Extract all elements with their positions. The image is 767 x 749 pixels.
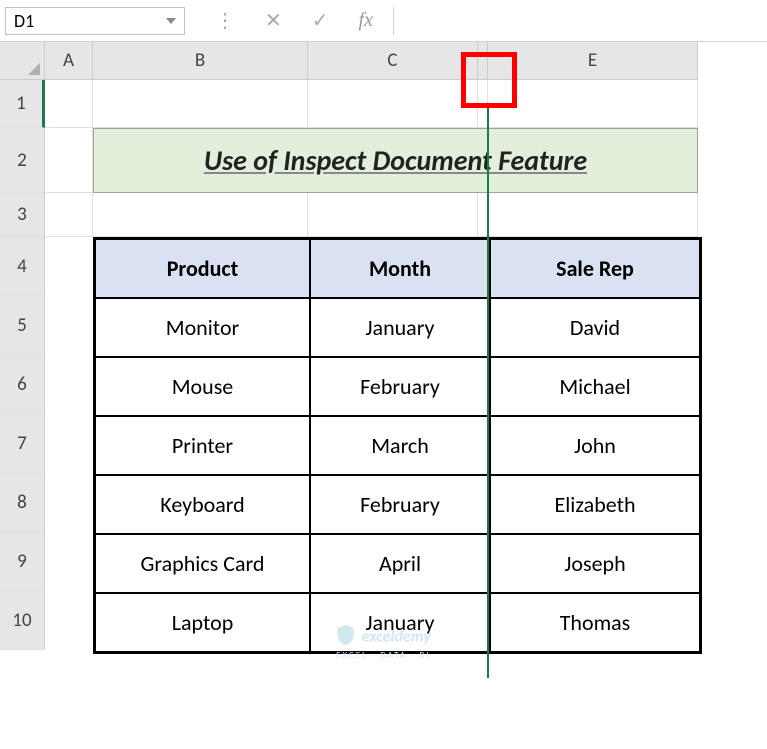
row-headers: 1 2 3 4 5 6 7 8 9 10 bbox=[0, 80, 45, 749]
cell-month[interactable]: February bbox=[310, 357, 490, 416]
table-row: Monitor January David bbox=[95, 298, 700, 357]
cell-A3[interactable] bbox=[45, 193, 93, 237]
enter-icon[interactable]: ✓ bbox=[312, 8, 329, 33]
cells-area[interactable]: Use of Inspect Document Feature Product … bbox=[45, 80, 698, 749]
col-header-C[interactable]: C bbox=[308, 42, 478, 80]
cell-E1[interactable] bbox=[488, 80, 698, 128]
cell-rep[interactable]: Thomas bbox=[490, 593, 700, 652]
table-header-product[interactable]: Product bbox=[95, 239, 310, 298]
table-row: Printer March John bbox=[95, 416, 700, 475]
cell-C1[interactable] bbox=[308, 80, 478, 128]
cell-rep[interactable]: David bbox=[490, 298, 700, 357]
row-header-9[interactable]: 9 bbox=[0, 532, 45, 591]
cell-month[interactable]: January bbox=[310, 298, 490, 357]
cell-rep[interactable]: Elizabeth bbox=[490, 475, 700, 534]
cell-month[interactable]: April bbox=[310, 534, 490, 593]
cell-B3[interactable] bbox=[93, 193, 308, 237]
row-header-1[interactable]: 1 bbox=[0, 80, 45, 128]
cell-A2[interactable] bbox=[45, 128, 93, 193]
col-header-E[interactable]: E bbox=[488, 42, 698, 80]
dots-icon: ⋮ bbox=[215, 8, 235, 33]
cell-C3[interactable] bbox=[308, 193, 478, 237]
row-header-7[interactable]: 7 bbox=[0, 414, 45, 473]
column-headers: A B C E bbox=[45, 42, 698, 80]
formula-bar-icons: ⋮ ✕ ✓ fx bbox=[215, 8, 373, 33]
cell-product[interactable]: Mouse bbox=[95, 357, 310, 416]
col-header-B[interactable]: B bbox=[93, 42, 308, 80]
row-header-3[interactable]: 3 bbox=[0, 193, 45, 237]
cell-B1[interactable] bbox=[93, 80, 308, 128]
cell-product[interactable]: Keyboard bbox=[95, 475, 310, 534]
name-box[interactable]: D1 bbox=[5, 7, 185, 35]
formula-bar: D1 ⋮ ✕ ✓ fx bbox=[0, 0, 767, 42]
table-row: Graphics Card April Joseph bbox=[95, 534, 700, 593]
cell-product[interactable]: Graphics Card bbox=[95, 534, 310, 593]
cell-A1[interactable] bbox=[45, 80, 93, 128]
table-row: Laptop January Thomas bbox=[95, 593, 700, 652]
select-all-corner[interactable] bbox=[0, 42, 45, 80]
hidden-column-indicator bbox=[487, 108, 489, 678]
cell-rep[interactable]: Michael bbox=[490, 357, 700, 416]
cell-rep[interactable]: John bbox=[490, 416, 700, 475]
row-header-4[interactable]: 4 bbox=[0, 237, 45, 296]
cell-month[interactable]: February bbox=[310, 475, 490, 534]
table-header-rep[interactable]: Sale Rep bbox=[490, 239, 700, 298]
cell-product[interactable]: Monitor bbox=[95, 298, 310, 357]
cell-E3[interactable] bbox=[488, 193, 698, 237]
table-row: Keyboard February Elizabeth bbox=[95, 475, 700, 534]
table-row: Mouse February Michael bbox=[95, 357, 700, 416]
col-header-A[interactable]: A bbox=[45, 42, 93, 80]
cell-product[interactable]: Laptop bbox=[95, 593, 310, 652]
name-box-value: D1 bbox=[14, 10, 34, 32]
row-header-8[interactable]: 8 bbox=[0, 473, 45, 532]
row-header-2[interactable]: 2 bbox=[0, 128, 45, 193]
table-header-month[interactable]: Month bbox=[310, 239, 490, 298]
row-header-10[interactable]: 10 bbox=[0, 591, 45, 650]
formula-input[interactable] bbox=[393, 7, 767, 35]
cell-rep[interactable]: Joseph bbox=[490, 534, 700, 593]
name-box-dropdown-icon[interactable] bbox=[166, 18, 176, 24]
fx-icon[interactable]: fx bbox=[359, 9, 373, 32]
row-header-5[interactable]: 5 bbox=[0, 296, 45, 355]
cell-month[interactable]: March bbox=[310, 416, 490, 475]
cell-product[interactable]: Printer bbox=[95, 416, 310, 475]
title-cell[interactable]: Use of Inspect Document Feature bbox=[93, 128, 698, 193]
row-header-6[interactable]: 6 bbox=[0, 355, 45, 414]
cell-month[interactable]: January bbox=[310, 593, 490, 652]
cancel-icon[interactable]: ✕ bbox=[265, 8, 282, 33]
data-table: Product Month Sale Rep Monitor January D… bbox=[93, 237, 702, 654]
col-header-D-hidden[interactable] bbox=[478, 42, 488, 80]
